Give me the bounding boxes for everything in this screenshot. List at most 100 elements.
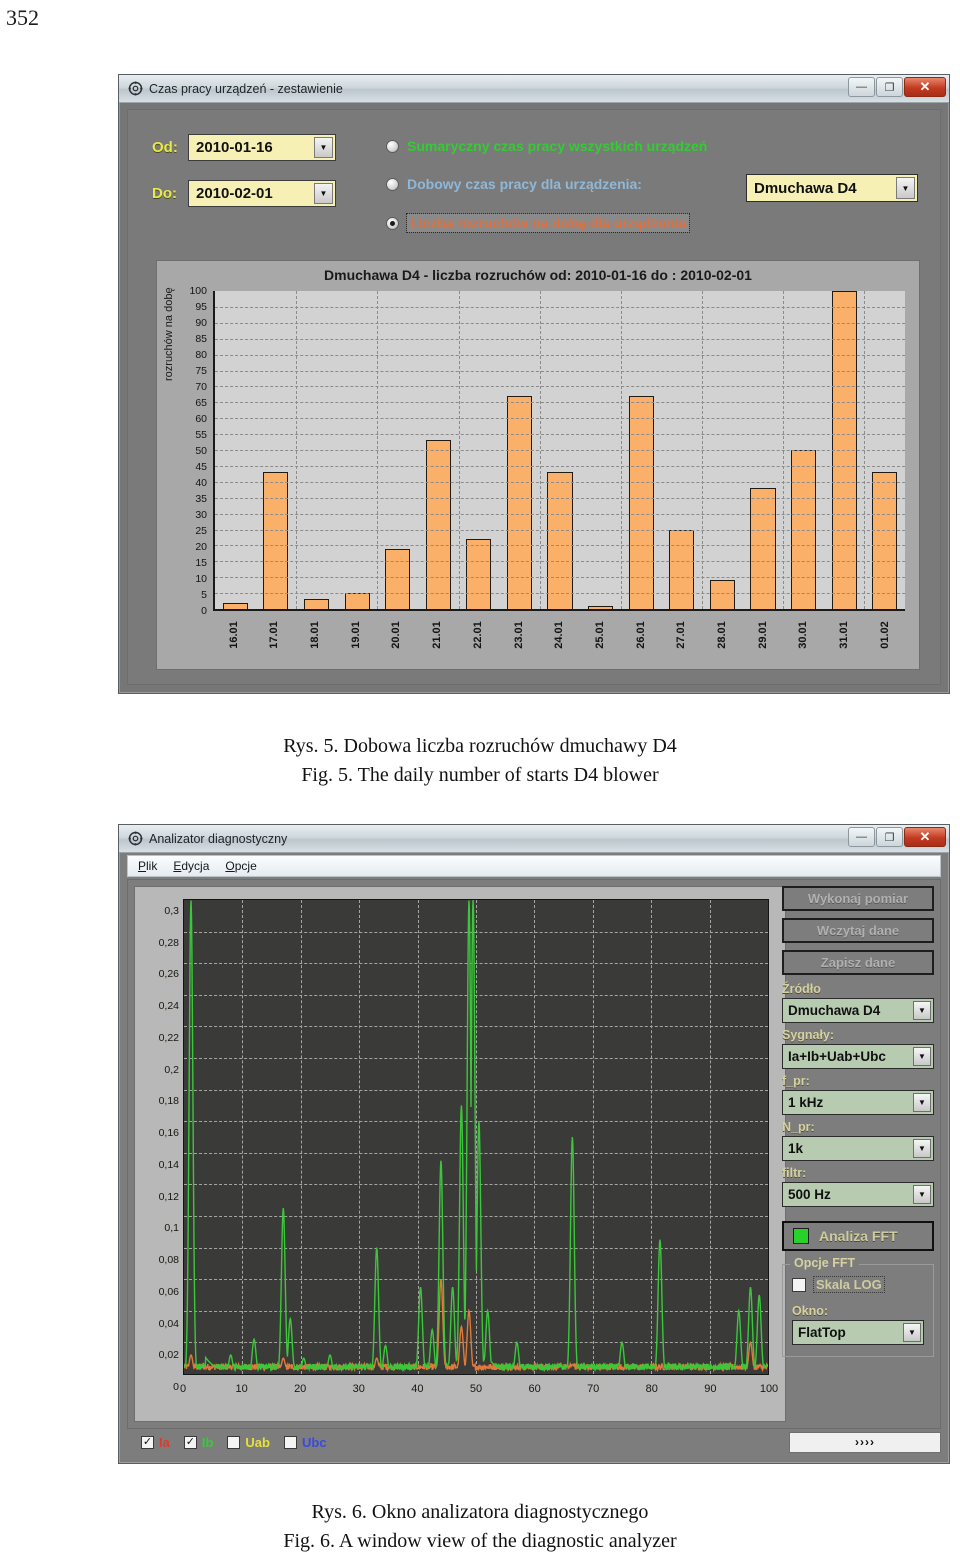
date-from-input[interactable]: 2010-01-16 ▼ [188, 134, 336, 161]
fpr-select[interactable]: 1 kHz ▼ [782, 1090, 934, 1115]
chart-x-ticks: 16.01 17.01 18.01 19.01 20.01 21.01 22.01 23.01… [213, 613, 905, 665]
label-uab: Uab [245, 1434, 270, 1450]
fft-plot-area [183, 899, 769, 1375]
gridline [215, 497, 905, 499]
close-button[interactable]: ✕ [904, 827, 946, 847]
fft-x-ticks: 0 10 20 30 40 50 60 70 80 90 100 [179, 1383, 778, 1401]
chart-y-tick: 40 [195, 477, 207, 489]
wykonaj-pomiar-button[interactable]: Wykonaj pomiar [782, 886, 934, 911]
chart-y-tick: 25 [195, 525, 207, 537]
fft-x-tick: 0 [179, 1383, 187, 1395]
close-button[interactable]: ✕ [904, 77, 946, 97]
radio-option-sumaryczny[interactable]: Sumaryczny czas pracy wszystkich urządze… [386, 138, 707, 154]
checkbox-skala-log[interactable] [792, 1277, 806, 1292]
gear-icon [127, 81, 143, 97]
minimize-button[interactable]: — [848, 827, 875, 847]
date-to-input[interactable]: 2010-02-01 ▼ [188, 180, 336, 207]
minimize-button[interactable]: — [848, 77, 875, 97]
window-analizator: Analizator diagnostyczny — ❐ ✕ PPliklik … [118, 824, 950, 1464]
npr-select[interactable]: 1k ▼ [782, 1136, 934, 1161]
signal-checkbox-uab[interactable]: Uab [227, 1435, 270, 1450]
gridline [215, 450, 905, 451]
zrodlo-select[interactable]: Dmuchawa D4 ▼ [782, 998, 934, 1023]
gridline [215, 481, 905, 483]
gridline [215, 370, 905, 372]
fft-y-tick: 0,22 [158, 1031, 179, 1044]
menu-item-edycja[interactable]: Edycja [173, 859, 209, 873]
radio-icon[interactable] [386, 177, 399, 191]
signal-checkbox-ib[interactable]: ✓ Ib [183, 1435, 213, 1450]
fft-x-tick: 60 [528, 1383, 541, 1395]
window1-titlebar[interactable]: Czas pracy urządzeń - zestawienie — ❐ ✕ [119, 75, 949, 103]
checkbox-ia[interactable]: ✓ [141, 1435, 154, 1449]
gridline [215, 338, 905, 340]
filtr-select[interactable]: 500 Hz ▼ [782, 1182, 934, 1207]
caption-figure-5: Rys. 5. Dobowa liczba rozruchów dmuchawy… [0, 732, 960, 790]
sygnaly-label: Sygnały: [782, 1028, 835, 1042]
filtr-label: filtr: [782, 1166, 807, 1180]
radio-icon[interactable] [386, 139, 399, 153]
gear-icon [127, 831, 143, 847]
gridline [296, 291, 298, 609]
chart-x-tick: 22.01 [471, 621, 484, 649]
chart-x-tick: 29.01 [756, 621, 769, 649]
chevron-down-icon[interactable]: ▼ [913, 1001, 931, 1020]
chart-bar [385, 548, 411, 609]
okno-select[interactable]: FlatTop ▼ [792, 1320, 924, 1345]
menu-item-opcje[interactable]: Opcje [225, 859, 256, 873]
window2-body: 0 0,02 0,04 0,06 0,08 0,1 0,12 0,14 0,16 0,18 0,2 0… [127, 879, 941, 1429]
analiza-fft-button[interactable]: Analiza FFT [782, 1221, 934, 1251]
sygnaly-select[interactable]: Ia+Ib+Uab+Ubc ▼ [782, 1044, 934, 1069]
device-select[interactable]: Dmuchawa D4 ▼ [746, 174, 918, 202]
signal-checkbox-ia[interactable]: ✓ Ia [141, 1435, 170, 1450]
fft-x-tick: 100 [759, 1383, 779, 1395]
checkbox-ubc[interactable] [283, 1435, 297, 1449]
date-to-value: 2010-02-01 [196, 185, 273, 202]
menu-item-plik[interactable]: PPliklik [138, 859, 157, 873]
radio-option-liczba-rozruchow[interactable]: Liczba rozruchów na dobę dla urządzenia [386, 213, 691, 233]
checkbox-ib[interactable]: ✓ [183, 1435, 197, 1449]
fft-x-tick: 40 [411, 1383, 424, 1395]
radio-icon-selected[interactable] [386, 216, 399, 230]
zapisz-dane-button[interactable]: Zapisz dane [782, 950, 934, 975]
chevron-down-icon[interactable]: ▼ [903, 1323, 921, 1342]
gridline [702, 291, 704, 609]
gridline [215, 545, 905, 547]
chart-y-tick: 10 [195, 573, 207, 585]
radio-option-dobowy[interactable]: Dobowy czas pracy dla urządzenia: [386, 176, 642, 192]
window2-titlebar[interactable]: Analizator diagnostyczny — ❐ ✕ [119, 825, 949, 853]
chart-x-tick: 23.01 [512, 621, 525, 649]
chevron-down-icon[interactable]: ▼ [913, 1093, 931, 1112]
chart-bar [303, 599, 330, 609]
chart-bar [466, 539, 492, 609]
maximize-button[interactable]: ❐ [876, 77, 903, 97]
chevron-down-icon[interactable]: ▼ [896, 177, 915, 199]
chevron-down-icon[interactable]: ▼ [913, 1139, 931, 1158]
fft-x-tick: 30 [352, 1383, 365, 1395]
chart-y-tick: 85 [195, 333, 207, 345]
chart-x-tick: 27.01 [675, 621, 688, 649]
chart-y-tick: 90 [195, 317, 207, 329]
fpr-label: f_pr: [782, 1074, 810, 1088]
gridline [620, 291, 622, 609]
checkbox-uab[interactable] [227, 1435, 241, 1449]
gridline [215, 354, 905, 356]
chevron-down-icon[interactable]: ▼ [314, 137, 333, 158]
chart-y-tick: 30 [195, 509, 207, 521]
chevron-down-icon[interactable]: ▼ [314, 183, 333, 204]
chart-y-tick: 60 [195, 413, 207, 425]
gridline [215, 561, 905, 563]
npr-label: N_pr: [782, 1120, 815, 1134]
signal-checkbox-ubc[interactable]: Ubc [283, 1435, 327, 1450]
okno-value: FlatTop [798, 1325, 846, 1340]
skala-log-row[interactable]: Skala LOG [792, 1276, 924, 1293]
next-button[interactable]: ›››› [789, 1431, 941, 1453]
fft-y-tick: 0,06 [158, 1285, 179, 1298]
fft-spectrum-trace [184, 900, 768, 1374]
chevron-down-icon[interactable]: ▼ [913, 1047, 931, 1066]
gridline [215, 418, 905, 420]
chevron-down-icon[interactable]: ▼ [913, 1185, 931, 1204]
fft-series-ia [184, 1279, 768, 1370]
wczytaj-dane-button[interactable]: Wczytaj dane [782, 918, 934, 943]
maximize-button[interactable]: ❐ [876, 827, 903, 847]
